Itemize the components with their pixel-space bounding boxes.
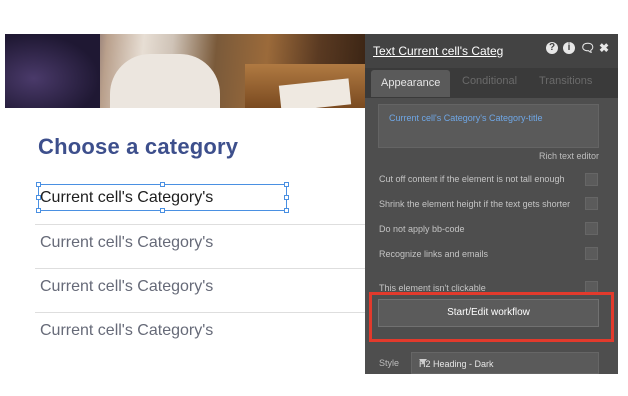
photo-person-center bbox=[110, 54, 220, 108]
start-edit-workflow-button[interactable]: Start/Edit workflow bbox=[378, 299, 599, 327]
row-divider bbox=[35, 268, 365, 269]
category-row-text[interactable]: Current cell's Category's bbox=[40, 278, 213, 296]
row-divider bbox=[35, 224, 365, 225]
resize-handle-br[interactable] bbox=[284, 208, 289, 213]
resize-handle-tr[interactable] bbox=[284, 182, 289, 187]
style-dropdown[interactable]: H2 Heading - Dark bbox=[411, 352, 599, 374]
row-divider bbox=[35, 312, 365, 313]
property-editor-panel: Text Current cell's Categ ? i 🗨 ✖ Appear… bbox=[365, 34, 618, 374]
rich-text-editor-link[interactable]: Rich text editor bbox=[539, 151, 599, 161]
category-row-text[interactable]: Current cell's Category's bbox=[40, 322, 213, 340]
element-name-title[interactable]: Text Current cell's Categ bbox=[373, 44, 503, 58]
option-checkbox[interactable] bbox=[585, 197, 598, 210]
header-photo bbox=[5, 34, 365, 108]
tab-transitions[interactable]: Transitions bbox=[539, 75, 592, 87]
resize-handle-r[interactable] bbox=[284, 195, 289, 200]
option-label: Cut off content if the element is not ta… bbox=[379, 174, 565, 184]
tab-appearance[interactable]: Appearance bbox=[371, 70, 451, 97]
photo-person-left bbox=[5, 34, 100, 108]
text-content-field[interactable]: Current cell's Category's Category-title bbox=[378, 104, 599, 148]
panel-tabs: Appearance Conditional Transitions bbox=[365, 68, 618, 98]
page-heading[interactable]: Choose a category bbox=[38, 134, 238, 160]
style-label: Style bbox=[379, 358, 400, 368]
panel-header: Text Current cell's Categ ? i 🗨 ✖ bbox=[365, 34, 618, 68]
resize-handle-t[interactable] bbox=[160, 182, 165, 187]
option-checkbox[interactable] bbox=[585, 222, 598, 235]
info-icon[interactable]: i bbox=[563, 42, 575, 54]
tab-conditional[interactable]: Conditional bbox=[462, 75, 517, 87]
category-row-text[interactable]: Current cell's Category's bbox=[40, 234, 213, 252]
help-icon[interactable]: ? bbox=[546, 42, 558, 54]
resize-handle-bl[interactable] bbox=[36, 208, 41, 213]
chevron-down-icon bbox=[419, 359, 427, 364]
category-row-text[interactable]: Current cell's Category's bbox=[40, 189, 213, 207]
option-checkbox[interactable] bbox=[585, 173, 598, 186]
option-checkbox[interactable] bbox=[585, 247, 598, 260]
resize-handle-b[interactable] bbox=[160, 208, 165, 213]
resize-handle-tl[interactable] bbox=[36, 182, 41, 187]
close-icon[interactable]: ✖ bbox=[598, 42, 610, 54]
option-label: Recognize links and emails bbox=[379, 249, 489, 259]
option-label: Shrink the element height if the text ge… bbox=[379, 199, 571, 209]
comment-icon[interactable]: 🗨 bbox=[580, 42, 595, 54]
style-dropdown-value: H2 Heading - Dark bbox=[419, 359, 494, 369]
dynamic-text-expression: Current cell's Category's Category-title bbox=[389, 113, 543, 123]
option-label: Do not apply bb-code bbox=[379, 224, 465, 234]
